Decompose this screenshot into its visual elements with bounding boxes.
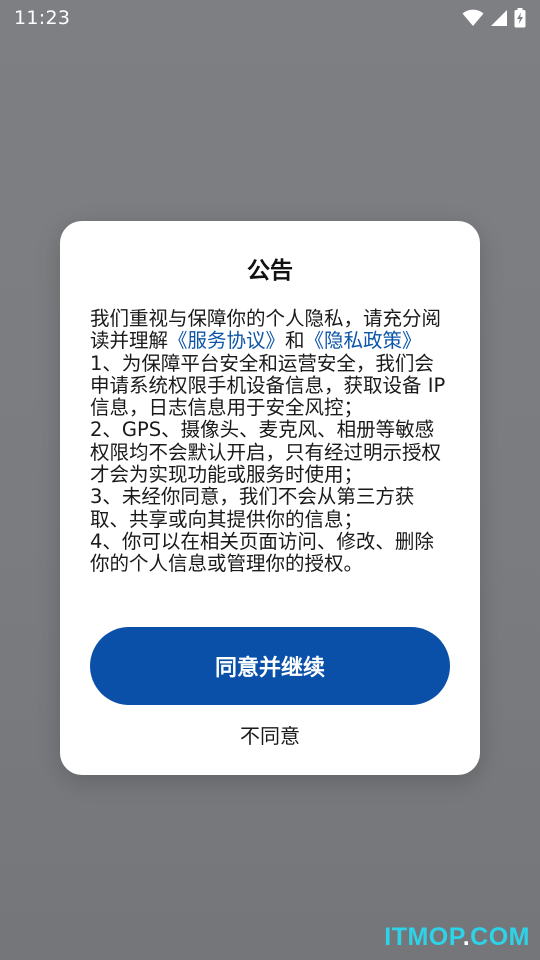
service-agreement-link[interactable]: 《服务协议》 <box>168 329 285 352</box>
agree-continue-button[interactable]: 同意并继续 <box>90 627 450 705</box>
disagree-button[interactable]: 不同意 <box>170 717 370 751</box>
dialog-body: 我们重视与保障你的个人隐私，请充分阅读并理解《服务协议》和《隐私政策》 1、为保… <box>90 307 452 576</box>
status-bar: 11:23 <box>0 0 540 36</box>
notice-item: 3、未经你同意，我们不会从第三方获取、共享或向其提供你的信息； <box>90 485 415 531</box>
battery-charging-icon <box>514 8 526 28</box>
notice-item: 1、为保障平台安全和运营安全，我们会申请系统权限手机设备信息，获取设备 IP 信… <box>90 351 446 420</box>
wifi-icon <box>462 9 484 26</box>
intro-paragraph: 我们重视与保障你的个人隐私，请充分阅读并理解《服务协议》和《隐私政策》 <box>90 307 452 353</box>
and-text: 和 <box>285 329 305 353</box>
dialog-title: 公告 <box>247 258 293 284</box>
privacy-policy-link[interactable]: 《隐私政策》 <box>305 329 422 352</box>
notice-item: 4、你可以在相关页面访问、修改、删除你的个人信息或管理你的授权。 <box>90 529 434 576</box>
watermark-main: ITMOP <box>384 923 463 951</box>
status-icons <box>462 8 526 28</box>
notice-item: 2、GPS、摄像头、麦克风、相册等敏感权限均不会默认开启，只有经过明示授权才会为… <box>90 418 442 487</box>
watermark-tld: COM <box>470 923 530 951</box>
status-time: 11:23 <box>14 7 71 29</box>
privacy-dialog: 公告 我们重视与保障你的个人隐私，请充分阅读并理解《服务协议》和《隐私政策》 1… <box>60 221 480 775</box>
site-watermark: ITMOP.COM <box>384 922 530 952</box>
cellular-signal-icon <box>491 10 507 26</box>
